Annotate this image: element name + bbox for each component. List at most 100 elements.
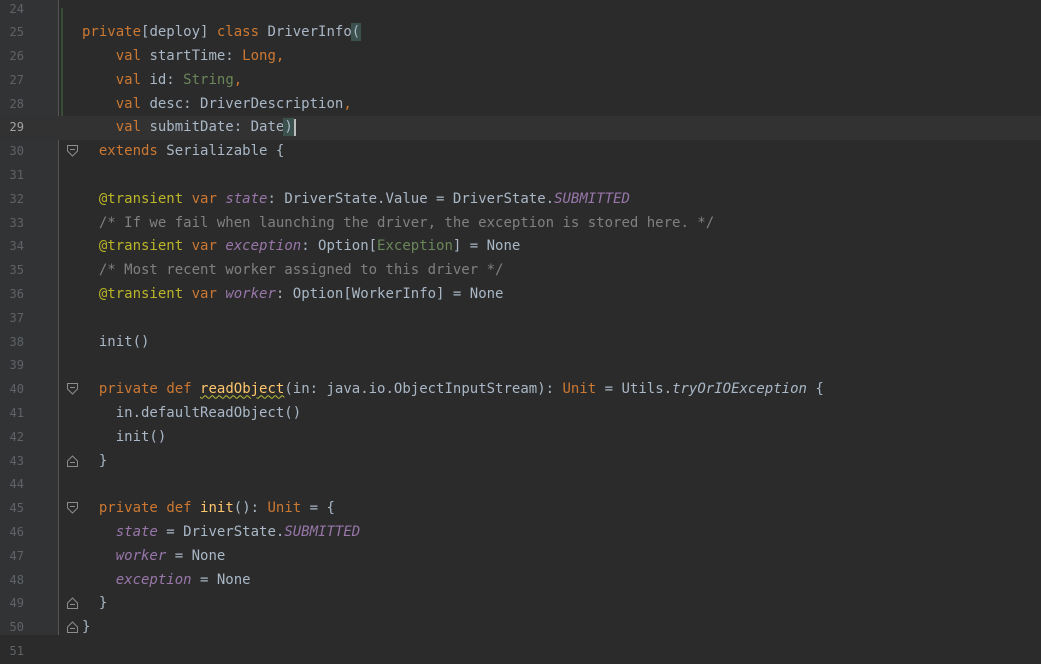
code-text: : Option[WorkerInfo] = None: [275, 286, 504, 303]
fold-collapse-icon[interactable]: [67, 145, 78, 157]
fold-collapse-icon[interactable]: [67, 383, 78, 395]
code-content[interactable]: }: [82, 592, 107, 616]
line-number[interactable]: 29: [0, 116, 24, 140]
code-content[interactable]: exception = None: [82, 569, 251, 593]
code-content[interactable]: init(): [82, 331, 150, 355]
line-number[interactable]: 25: [0, 21, 24, 45]
line-number[interactable]: 43: [0, 450, 24, 474]
code-content[interactable]: init(): [82, 426, 167, 450]
line-number[interactable]: 28: [0, 93, 24, 117]
keyword: val: [115, 119, 142, 136]
code-line[interactable]: 34 @transient var exception: Option[Exce…: [0, 235, 1041, 259]
code-line[interactable]: 25 private[deploy] class DriverInfo(: [0, 21, 1041, 45]
code-content[interactable]: state = DriverState.SUBMITTED: [82, 521, 360, 545]
matched-paren: (: [350, 23, 362, 42]
type-name: String: [183, 71, 234, 88]
code-content[interactable]: @transient var state: DriverState.Value …: [82, 188, 630, 212]
code-line[interactable]: 43 }: [0, 450, 1041, 474]
code-line[interactable]: 42 init(): [0, 426, 1041, 450]
code-content[interactable]: val id: String,: [82, 69, 242, 93]
code-content[interactable]: @transient var worker: Option[WorkerInfo…: [82, 283, 504, 307]
code-content[interactable]: private def readObject(in: java.io.Objec…: [82, 378, 824, 402]
line-number[interactable]: 26: [0, 45, 24, 69]
code-line[interactable]: 48 exception = None: [0, 569, 1041, 593]
code-line[interactable]: 47 worker = None: [0, 545, 1041, 569]
code-line[interactable]: 31: [0, 164, 1041, 188]
line-number[interactable]: 34: [0, 235, 24, 259]
line-number[interactable]: 44: [0, 473, 24, 497]
field-name: exception: [225, 238, 302, 255]
line-number[interactable]: 46: [0, 521, 24, 545]
line-number[interactable]: 50: [0, 616, 24, 640]
code-content[interactable]: }: [82, 616, 90, 640]
code-content[interactable]: worker = None: [82, 545, 226, 569]
line-number[interactable]: 36: [0, 283, 24, 307]
code-line[interactable]: 26 val startTime: Long,: [0, 45, 1041, 69]
code-line[interactable]: 49 }: [0, 592, 1041, 616]
code-content[interactable]: @transient var exception: Option[Excepti…: [82, 235, 520, 259]
code-content[interactable]: val startTime: Long,: [82, 45, 285, 69]
line-number[interactable]: 49: [0, 592, 24, 616]
line-number[interactable]: 48: [0, 569, 24, 593]
line-number[interactable]: 51: [0, 640, 24, 664]
line-number[interactable]: 40: [0, 378, 24, 402]
line-number[interactable]: 27: [0, 69, 24, 93]
line-number[interactable]: 32: [0, 188, 24, 212]
line-number[interactable]: 24: [0, 0, 24, 21]
code-editor[interactable]: 24 25 private[deploy] class DriverInfo(26 …: [0, 0, 1041, 658]
code-content[interactable]: /* Most recent worker assigned to this d…: [82, 259, 504, 283]
code-line[interactable]: 30 extends Serializable {: [0, 140, 1041, 164]
line-number[interactable]: 35: [0, 259, 24, 283]
fold-end-icon[interactable]: [67, 597, 78, 610]
code-line[interactable]: 28 val desc: DriverDescription,: [0, 93, 1041, 117]
code-content[interactable]: private def init(): Unit = {: [82, 497, 335, 521]
code-content[interactable]: val desc: DriverDescription,: [82, 93, 352, 117]
line-number[interactable]: 42: [0, 426, 24, 450]
code-content[interactable]: /* If we fail when launching the driver,…: [82, 212, 714, 236]
code-content[interactable]: private[deploy] class DriverInfo(: [82, 21, 362, 45]
code-line[interactable]: 46 state = DriverState.SUBMITTED: [0, 521, 1041, 545]
code-content[interactable]: in.defaultReadObject(): [82, 402, 301, 426]
code-line[interactable]: 38 init(): [0, 331, 1041, 355]
code-line[interactable]: 51: [0, 640, 1041, 664]
line-number[interactable]: 33: [0, 212, 24, 236]
code-area[interactable]: 24 25 private[deploy] class DriverInfo(26 …: [0, 0, 1041, 664]
keyword: val: [115, 71, 142, 88]
line-number[interactable]: 31: [0, 164, 24, 188]
code-line[interactable]: 29 val submitDate: Date): [0, 116, 1041, 141]
code-text: DriverInfo: [259, 24, 352, 41]
code-content[interactable]: }: [82, 450, 107, 474]
code-text: }: [82, 619, 91, 636]
code-line[interactable]: 35 /* Most recent worker assigned to thi…: [0, 259, 1041, 283]
fold-end-icon[interactable]: [67, 621, 78, 634]
code-text: = None: [191, 571, 251, 588]
code-line[interactable]: 41 in.defaultReadObject(): [0, 402, 1041, 426]
code-line[interactable]: 36 @transient var worker: Option[WorkerI…: [0, 283, 1041, 307]
line-number[interactable]: 45: [0, 497, 24, 521]
code-line[interactable]: 44: [0, 473, 1041, 497]
line-number[interactable]: 41: [0, 402, 24, 426]
code-line[interactable]: 27 val id: String,: [0, 69, 1041, 93]
code-line[interactable]: 32 @transient var state: DriverState.Val…: [0, 188, 1041, 212]
line-number[interactable]: 37: [0, 307, 24, 331]
fold-collapse-icon[interactable]: [67, 502, 78, 514]
line-number[interactable]: 38: [0, 331, 24, 355]
code-line[interactable]: 50}: [0, 616, 1041, 640]
fold-end-icon[interactable]: [67, 454, 78, 467]
code-line[interactable]: 45 private def init(): Unit = {: [0, 497, 1041, 521]
line-number[interactable]: 39: [0, 354, 24, 378]
code-line[interactable]: 24: [0, 0, 1041, 21]
code-line[interactable]: 37: [0, 307, 1041, 331]
code-content[interactable]: extends Serializable {: [82, 140, 284, 164]
code-line[interactable]: 39: [0, 354, 1041, 378]
code-content[interactable]: val submitDate: Date): [82, 116, 296, 140]
line-number[interactable]: 47: [0, 545, 24, 569]
line-number[interactable]: 30: [0, 140, 24, 164]
code-line[interactable]: 40 private def readObject(in: java.io.Ob…: [0, 378, 1041, 402]
code-line[interactable]: 33 /* If we fail when launching the driv…: [0, 212, 1041, 236]
